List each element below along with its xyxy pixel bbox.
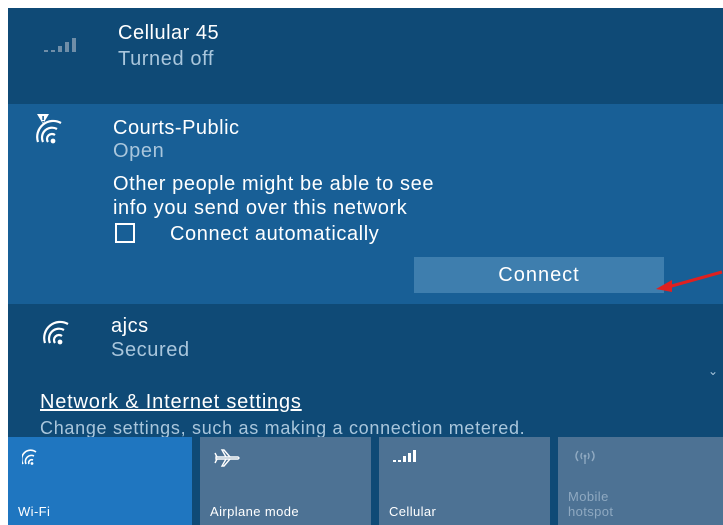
quick-action-label: Mobile hotspot <box>568 489 614 519</box>
quick-action-label: Wi-Fi <box>18 504 51 519</box>
network-item-ajcs[interactable]: ajcs Secured <box>8 305 723 385</box>
scroll-chevron-icon[interactable]: ⌄ <box>708 364 718 378</box>
hotspot-icon <box>575 450 595 464</box>
network-name: Courts-Public <box>113 117 240 139</box>
wifi-secured-icon <box>43 320 69 345</box>
network-status: Turned off <box>118 48 215 70</box>
network-name: ajcs <box>111 315 149 337</box>
connect-automatically-checkbox[interactable] <box>115 223 135 243</box>
quick-action-label: Airplane mode <box>210 504 300 519</box>
quick-action-label: Cellular <box>389 504 437 519</box>
quick-action-airplane-mode[interactable]: Airplane mode <box>200 437 371 525</box>
quick-action-wifi[interactable]: Wi-Fi <box>8 437 192 525</box>
screenshot-border <box>0 0 8 525</box>
connect-automatically-label[interactable]: Connect automatically <box>170 223 379 246</box>
screenshot-border <box>0 0 723 8</box>
airplane-icon <box>214 449 240 467</box>
network-status: Open <box>113 140 165 162</box>
network-settings-link[interactable]: Network & Internet settings <box>40 391 302 414</box>
network-status: Secured <box>111 339 190 361</box>
quick-action-cellular[interactable]: Cellular <box>379 437 550 525</box>
cellular-signal-icon <box>44 38 76 52</box>
connect-button[interactable]: Connect <box>414 257 664 293</box>
network-flyout: Cellular 45 Turned off Courts-Public Ope… <box>0 0 723 525</box>
warning-line: info you send over this network <box>113 197 408 219</box>
open-network-warning: Other people might be able to see info y… <box>113 172 693 220</box>
network-settings-description: Change settings, such as making a connec… <box>40 418 526 438</box>
quick-action-mobile-hotspot[interactable]: Mobile hotspot <box>558 437 723 525</box>
network-name: Cellular 45 <box>118 22 220 44</box>
network-item-courts-public[interactable]: Courts-Public Open Other people might be… <box>8 104 723 304</box>
wifi-open-warning-icon <box>36 114 62 144</box>
cellular-icon <box>393 450 416 462</box>
network-item-cellular[interactable]: Cellular 45 Turned off <box>8 8 723 98</box>
annotation-arrow <box>656 270 723 292</box>
warning-line: Other people might be able to see <box>113 173 435 195</box>
wifi-icon <box>22 449 37 465</box>
